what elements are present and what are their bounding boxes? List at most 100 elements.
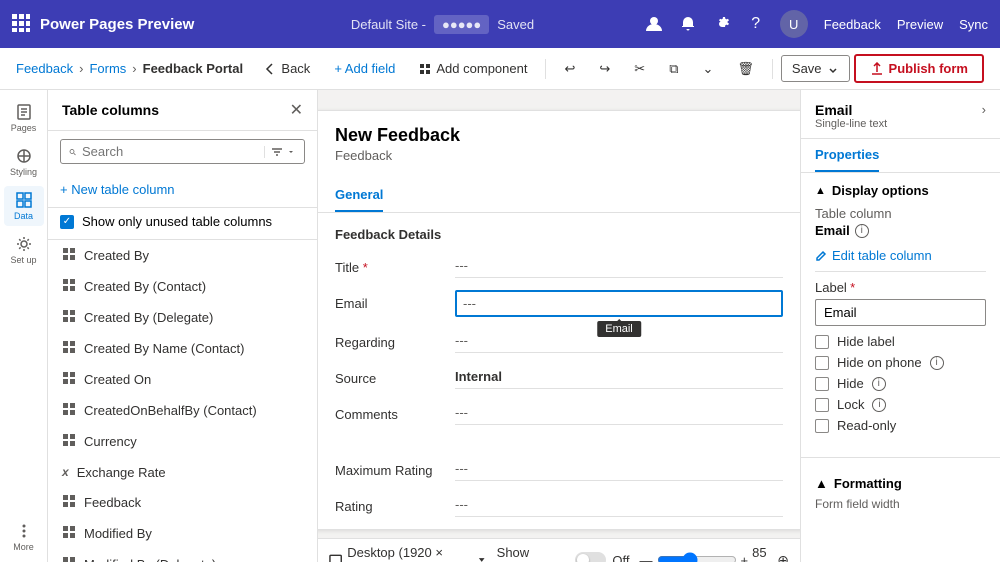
field-value-max-rating[interactable]: --- xyxy=(455,457,783,481)
toggle-state-label: Off xyxy=(612,553,629,562)
form-field-max-rating: Maximum Rating --- xyxy=(335,457,783,481)
tab-properties[interactable]: Properties xyxy=(815,139,879,172)
lock-info-icon[interactable]: i xyxy=(872,398,886,412)
sidebar-item-setup[interactable]: Set up xyxy=(4,230,44,270)
hide-checkbox-row: Hide i xyxy=(815,376,986,391)
field-value-title[interactable]: --- xyxy=(455,254,783,278)
search-input[interactable] xyxy=(82,144,258,159)
add-column-button[interactable]: + New table column xyxy=(60,178,305,201)
list-item[interactable]: Modified By xyxy=(48,518,317,549)
list-item[interactable]: Created By (Contact) xyxy=(48,271,317,302)
field-value-source[interactable]: Internal xyxy=(455,365,783,389)
table-column-info-icon[interactable]: i xyxy=(855,224,869,238)
section-chevron-up: ▲ xyxy=(815,185,826,197)
copy-button[interactable]: ⧉ xyxy=(659,56,688,82)
undo-button[interactable]: ↩ xyxy=(554,56,585,82)
list-item[interactable]: Created On xyxy=(48,364,317,395)
search-box[interactable] xyxy=(60,139,305,164)
user-icon[interactable] xyxy=(644,14,664,34)
settings-icon[interactable] xyxy=(712,14,732,34)
display-options-header[interactable]: ▲ Display options xyxy=(815,183,986,198)
preview-btn[interactable]: Preview xyxy=(897,17,943,32)
bell-icon[interactable] xyxy=(678,14,698,34)
hide-on-phone-checkbox[interactable] xyxy=(815,356,829,370)
formatting-header[interactable]: ▲ Formatting xyxy=(815,476,986,491)
device-label: Desktop (1920 × 1080) xyxy=(347,545,472,562)
publish-form-button[interactable]: Publish form xyxy=(854,54,984,83)
grid-icon xyxy=(62,556,76,562)
redo-button[interactable]: ↪ xyxy=(589,56,620,82)
form-canvas: New Feedback Feedback General Feedback D… xyxy=(318,110,800,530)
help-icon[interactable]: ? xyxy=(746,14,766,34)
label-required-indicator: * xyxy=(850,280,855,295)
show-unused-label: Show only unused table columns xyxy=(82,214,272,229)
delete-button[interactable]: 🗑 xyxy=(727,56,764,82)
field-value-comments[interactable]: --- xyxy=(455,401,783,425)
grid-icon xyxy=(62,525,76,542)
columns-list: Created By Created By (Contact) Created … xyxy=(48,240,317,562)
table-column-group: Table column Email i xyxy=(815,206,986,238)
lock-checkbox-row: Lock i xyxy=(815,397,986,412)
panel-close-icon[interactable]: › xyxy=(982,102,986,117)
zoom-plus-icon[interactable]: + xyxy=(741,553,749,562)
list-item[interactable]: Created By xyxy=(48,240,317,271)
list-item[interactable]: Modified By (Delegate) xyxy=(48,549,317,562)
filter-button[interactable] xyxy=(264,146,296,158)
formatting-title-text: Formatting xyxy=(834,476,902,491)
label-field-label: Label * xyxy=(815,280,986,295)
breadcrumb-forms[interactable]: Forms xyxy=(89,61,126,76)
hide-label-text: Hide label xyxy=(837,334,895,349)
feedback-top-btn[interactable]: Feedback xyxy=(824,17,881,32)
add-field-button[interactable]: + Add field xyxy=(324,56,405,81)
save-button[interactable]: Save xyxy=(781,55,850,82)
avatar[interactable]: U xyxy=(780,10,808,38)
add-component-button[interactable]: Add component xyxy=(409,56,537,81)
sidebar-close-icon[interactable]: ✕ xyxy=(290,100,303,120)
toolbar-actions: Back + Add field Add component ↩ ↪ ✂ ⧉ ⌄… xyxy=(254,54,984,83)
form-field-title: Title * --- xyxy=(335,254,783,278)
form-field-width-label: Form field width xyxy=(815,497,986,511)
hide-label-checkbox[interactable] xyxy=(815,335,829,349)
breadcrumb-sep2: › xyxy=(132,61,136,76)
label-input[interactable] xyxy=(815,299,986,326)
list-item[interactable]: Feedback xyxy=(48,487,317,518)
more-actions-button[interactable]: ⌄ xyxy=(692,56,723,82)
sidebar-item-pages[interactable]: Pages xyxy=(4,98,44,138)
show-unused-checkbox[interactable] xyxy=(60,215,74,229)
list-item[interactable]: x Exchange Rate ··· xyxy=(48,457,317,487)
right-panel-subtitle: Single-line text xyxy=(815,118,887,130)
list-item[interactable]: CreatedOnBehalfBy (Contact) xyxy=(48,395,317,426)
general-tab[interactable]: General xyxy=(335,181,383,212)
hide-on-phone-info-icon[interactable]: i xyxy=(930,356,944,370)
back-button[interactable]: Back xyxy=(254,56,320,81)
formatting-chevron-down: ▲ xyxy=(815,476,828,491)
sidebar-item-styling[interactable]: Styling xyxy=(4,142,44,182)
sidebar-item-data[interactable]: Data xyxy=(4,186,44,226)
breadcrumb-feedback[interactable]: Feedback xyxy=(16,61,73,76)
toolbar-divider2 xyxy=(772,59,773,79)
show-hidden-toggle[interactable] xyxy=(575,552,607,562)
list-item[interactable]: Created By (Delegate) xyxy=(48,302,317,333)
hide-info-icon[interactable]: i xyxy=(872,377,886,391)
list-item[interactable]: Created By Name (Contact) xyxy=(48,333,317,364)
apps-icon[interactable] xyxy=(12,14,30,35)
device-selector[interactable]: Desktop (1920 × 1080) xyxy=(329,545,487,562)
top-nav-center: Default Site - ●●●●● Saved xyxy=(241,15,644,34)
section-divider xyxy=(815,271,986,272)
cut-button[interactable]: ✂ xyxy=(624,56,655,82)
zoom-slider[interactable] xyxy=(657,552,737,562)
sync-btn[interactable]: Sync xyxy=(959,17,988,32)
field-value-rating[interactable]: --- xyxy=(455,493,783,517)
zoom-minus-icon[interactable]: — xyxy=(640,553,653,562)
field-label-rating: Rating xyxy=(335,493,445,514)
search-icon xyxy=(69,145,76,159)
sidebar-item-more[interactable]: More xyxy=(4,522,44,562)
edit-table-column-link[interactable]: Edit table column xyxy=(815,248,986,263)
hide-checkbox[interactable] xyxy=(815,377,829,391)
zoom-fit-icon[interactable]: ⊕ xyxy=(777,552,789,562)
field-value-email[interactable]: --- Email xyxy=(455,290,783,317)
lock-checkbox[interactable] xyxy=(815,398,829,412)
readonly-checkbox[interactable] xyxy=(815,419,829,433)
form-tab: General xyxy=(318,173,800,213)
list-item[interactable]: Currency xyxy=(48,426,317,457)
